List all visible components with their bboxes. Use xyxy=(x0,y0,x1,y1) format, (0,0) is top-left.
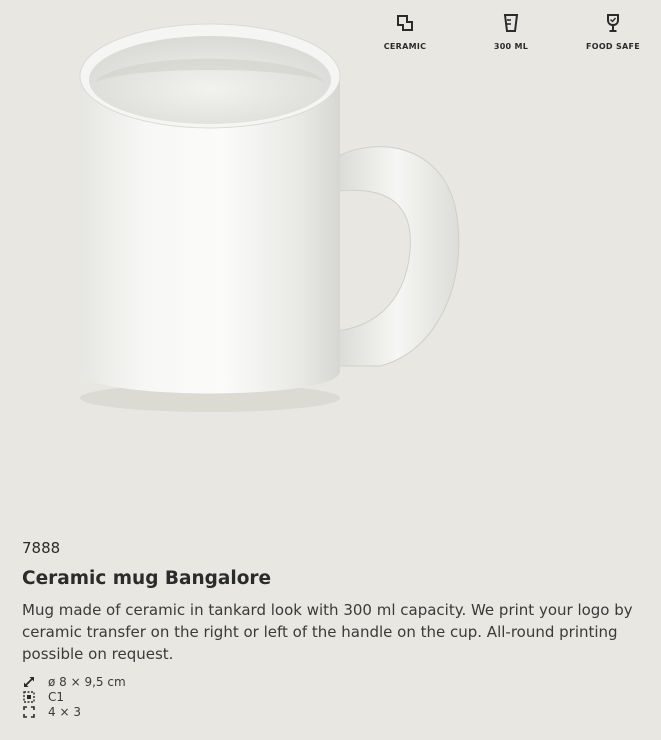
product-card: CERAMIC 300 ML FOOD SAFE 7888 Ceramic mu… xyxy=(0,0,661,740)
spec-print-method: C1 xyxy=(22,689,126,704)
product-title: Ceramic mug Bangalore xyxy=(22,568,272,589)
feature-icons: CERAMIC 300 ML FOOD SAFE xyxy=(360,12,661,64)
product-description: Mug made of ceramic in tankard look with… xyxy=(22,601,633,663)
feature-capacity: 300 ML xyxy=(466,12,556,51)
product-sku: 7888 xyxy=(22,539,61,557)
ceramic-material-icon xyxy=(360,12,450,34)
print-area-icon xyxy=(22,705,36,718)
mug-illustration xyxy=(79,23,460,412)
spec-dimensions: ø 8 × 9,5 cm xyxy=(22,674,126,689)
feature-label: CERAMIC xyxy=(383,42,427,51)
feature-ceramic: CERAMIC xyxy=(360,12,450,51)
spec-text: ø 8 × 9,5 cm xyxy=(48,674,126,689)
spec-list: ø 8 × 9,5 cm C1 4 × 3 xyxy=(22,674,126,719)
feature-label: FOOD SAFE xyxy=(585,42,641,51)
spec-print-area: 4 × 3 xyxy=(22,704,126,719)
feature-food-safe: FOOD SAFE xyxy=(568,12,658,51)
dimensions-icon xyxy=(22,676,36,688)
capacity-cup-icon xyxy=(466,12,556,34)
feature-label: 300 ML xyxy=(493,42,529,51)
spec-text: 4 × 3 xyxy=(48,704,81,719)
print-method-icon xyxy=(22,690,36,703)
spec-text: C1 xyxy=(48,689,65,704)
product-image xyxy=(60,6,480,426)
food-safe-glass-icon xyxy=(568,12,658,34)
